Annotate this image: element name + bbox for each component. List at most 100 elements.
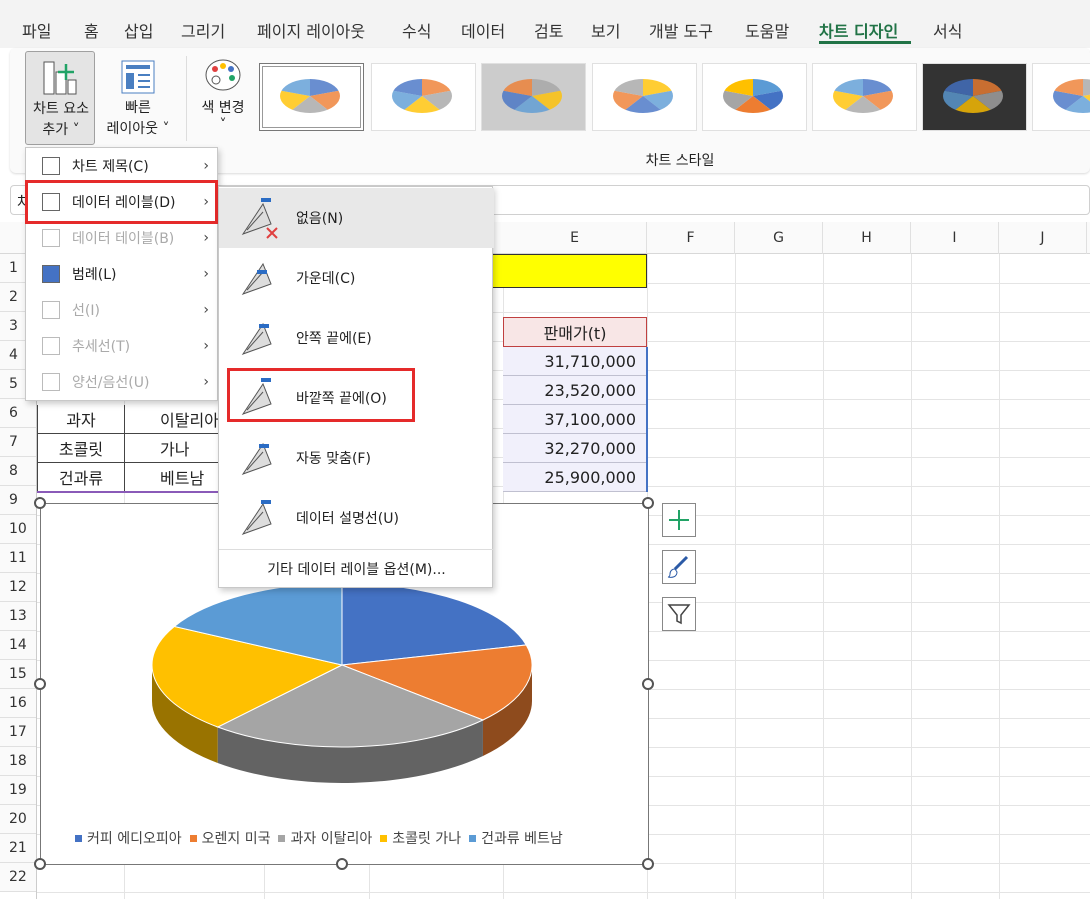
tab-1[interactable]: 홈 (84, 18, 99, 42)
style-thumbnail-pie-1 (280, 79, 340, 113)
column-header-E[interactable]: E (503, 222, 647, 254)
chart-style-thumbnail-4[interactable] (592, 63, 697, 131)
row-header-6[interactable]: 6 (0, 399, 36, 428)
tab-8[interactable]: 보기 (591, 18, 620, 42)
chart-filter-button[interactable] (662, 597, 696, 631)
row-header-10[interactable]: 10 (0, 515, 36, 544)
tab-11[interactable]: 차트 디자인 (819, 18, 898, 42)
row-header-15[interactable]: 15 (0, 660, 36, 689)
row-header-14[interactable]: 14 (0, 631, 36, 660)
style-thumbnail-pie-2 (392, 79, 452, 113)
tab-5[interactable]: 수식 (402, 18, 431, 42)
price-cell[interactable]: 32,270,000 (503, 434, 647, 463)
chart-elements-plus-button[interactable] (662, 503, 696, 537)
row-header-11[interactable]: 11 (0, 544, 36, 573)
data-label-option-5[interactable]: 데이터 설명선(U) (219, 488, 494, 548)
data-label-option-4[interactable]: 자동 맞춤(F) (219, 428, 494, 488)
data-label-option-1[interactable]: 가운데(C) (219, 248, 494, 308)
row-header-12[interactable]: 12 (0, 573, 36, 602)
legend-swatch-3 (380, 834, 388, 842)
chart-style-thumbnail-5[interactable] (702, 63, 807, 131)
price-cell[interactable]: 25,900,000 (503, 463, 647, 492)
row-header-16[interactable]: 16 (0, 689, 36, 718)
tab-12[interactable]: 서식 (933, 18, 962, 42)
row-header-17[interactable]: 17 (0, 718, 36, 747)
menu-item-label: 차트 제목(C) (72, 159, 149, 175)
chart-styles-brush-button[interactable] (662, 550, 696, 584)
row-header-9[interactable]: 9 (0, 486, 36, 515)
tab-4[interactable]: 페이지 레이아웃 (257, 18, 365, 42)
grid-column-line (999, 254, 1000, 899)
row-header-7[interactable]: 7 (0, 428, 36, 457)
product-category-cell[interactable]: 과자 (37, 405, 125, 434)
add-chart-element-button[interactable]: 차트 요소 추가 ˅ (25, 51, 95, 145)
chart-style-thumbnail-7[interactable] (922, 63, 1027, 131)
resize-handle-6[interactable] (336, 858, 348, 870)
price-header-cell[interactable]: 판매가(t) (503, 317, 647, 347)
column-header-H[interactable]: H (823, 222, 911, 254)
chevron-right-icon: › (203, 266, 209, 282)
legend-label-2: 과자 이탈리아 (290, 831, 373, 847)
legend-swatch-2 (278, 834, 286, 842)
grid-column-line (911, 254, 912, 899)
resize-handle-7[interactable] (642, 858, 654, 870)
menu-item-data-table: 데이터 테이블(B) › (26, 220, 219, 256)
tab-7[interactable]: 검토 (534, 18, 563, 42)
chart-legend: 커피 에디오피아 오렌지 미국 과자 이탈리아 초콜릿 가나 건과류 베트남 (75, 828, 563, 848)
yellow-title-cell[interactable] (493, 254, 647, 288)
price-cell[interactable]: 23,520,000 (503, 376, 647, 405)
row-header-20[interactable]: 20 (0, 805, 36, 834)
grid-line (36, 892, 1090, 893)
chart-style-thumbnail-2[interactable] (371, 63, 476, 131)
change-colors-button[interactable]: 색 변경 ˅ (189, 51, 257, 145)
price-cell[interactable]: 37,100,000 (503, 405, 647, 434)
row-header-19[interactable]: 19 (0, 776, 36, 805)
add-element-label-2: 추가 ˅ (42, 122, 80, 138)
data-label-position-icon-2 (241, 322, 272, 355)
row-header-8[interactable]: 8 (0, 457, 36, 486)
column-header-G[interactable]: G (735, 222, 823, 254)
quick-layout-button[interactable]: 빠른 레이아웃 ˅ (98, 51, 178, 145)
style-thumbnail-slice (1083, 79, 1090, 96)
tab-10[interactable]: 도움말 (745, 18, 789, 42)
resize-handle-4[interactable] (642, 678, 654, 690)
tab-6[interactable]: 데이터 (461, 18, 505, 42)
resize-handle-5[interactable] (34, 858, 46, 870)
column-header-J[interactable]: J (999, 222, 1087, 254)
legend-label-3: 초콜릿 가나 (392, 831, 462, 847)
product-category-cell[interactable]: 초콜릿 (37, 434, 125, 463)
price-cell[interactable]: 31,710,000 (503, 347, 647, 376)
menu-item-chart-title[interactable]: 차트 제목(C) › (26, 148, 219, 184)
menu-item-label: 추세선(T) (72, 339, 131, 355)
tab-0[interactable]: 파일 (22, 18, 51, 42)
tab-3[interactable]: 그리기 (181, 18, 225, 42)
column-header-F[interactable]: F (647, 222, 735, 254)
chart-style-thumbnail-8[interactable] (1032, 63, 1090, 131)
chart-style-thumbnail-1[interactable] (259, 63, 364, 131)
tab-9[interactable]: 개발 도구 (649, 18, 713, 42)
ribbon-tabs: 파일 홈 삽입 그리기 페이지 레이아웃 수식 데이터 검토 보기 개발 도구 도움말 차트 디자인 서… (0, 0, 1090, 48)
row-header-13[interactable]: 13 (0, 602, 36, 631)
menu-item-label: 범례(L) (72, 267, 117, 283)
data-label-option-2[interactable]: 안쪽 끝에(E) (219, 308, 494, 368)
resize-handle-0[interactable] (34, 497, 46, 509)
product-category-cell[interactable]: 건과류 (37, 463, 125, 492)
legend-swatch-4 (469, 834, 477, 842)
more-data-label-options[interactable]: 기타 데이터 레이블 옵션(M)... (219, 551, 494, 587)
menu-item-legend[interactable]: 범례(L) › (26, 256, 219, 292)
label-marker (259, 444, 269, 448)
row-header-18[interactable]: 18 (0, 747, 36, 776)
menu-item-trendline: 추세선(T) › (26, 328, 219, 364)
resize-handle-3[interactable] (34, 678, 46, 690)
row-header-21[interactable]: 21 (0, 834, 36, 863)
row-header-22[interactable]: 22 (0, 863, 36, 892)
resize-handle-2[interactable] (642, 497, 654, 509)
grid-column-line (735, 254, 736, 899)
menu-item-up-down-bars: 양선/음선(U) › (26, 364, 219, 400)
legend-item-0: 커피 에디오피아 (75, 828, 182, 848)
data-label-option-0[interactable]: 없음(N) (219, 188, 494, 248)
chart-style-thumbnail-3[interactable] (481, 63, 586, 131)
chart-style-thumbnail-6[interactable] (812, 63, 917, 131)
tab-2[interactable]: 삽입 (124, 18, 153, 42)
column-header-I[interactable]: I (911, 222, 999, 254)
